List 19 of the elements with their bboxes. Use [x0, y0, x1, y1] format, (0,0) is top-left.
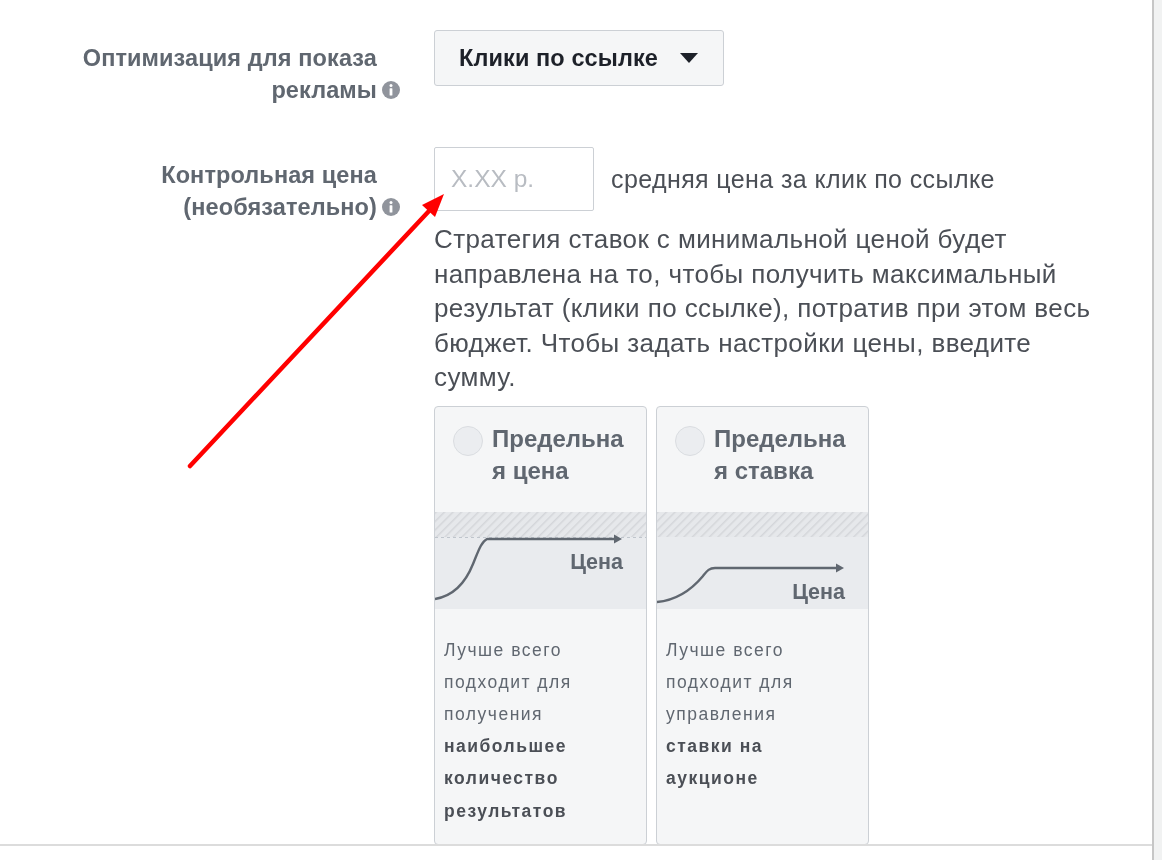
axis-label: Цена [792, 579, 845, 604]
card-title: Предельная цена [492, 423, 625, 486]
strategy-card[interactable]: Предельная ставка Цена Лучше всего подходит для управления ставки на аукционе [656, 405, 869, 844]
strategy-card[interactable]: Предельная цена Цена Лучше всего подходит для получения наибольшее количество результатов [434, 405, 647, 844]
input-suffix: средняя цена за клик по ссылке [611, 164, 995, 194]
card-description: Лучше всего подходит для получения наибольшее количество результатов [444, 638, 573, 823]
card-title: Предельная ставка [714, 423, 847, 486]
radio-button[interactable] [453, 425, 483, 456]
field-label: Контрольная цена (необязательно) [160, 161, 377, 222]
radio-button[interactable] [675, 425, 705, 456]
card-description: Лучше всего подходит для управления ставки на аукционе [666, 638, 795, 791]
optimization-dropdown[interactable]: Клики по ссылке [434, 30, 724, 86]
info-icon[interactable] [382, 81, 400, 99]
price-input[interactable]: X.XX р. [434, 147, 594, 211]
field-label: Оптимизация для показа рекламы [81, 44, 377, 105]
caret-icon [680, 53, 698, 63]
axis-label: Цена [570, 549, 623, 574]
help-text: Стратегия ставок с минимальной ценой будет направлена на то, чтобы получить максимальный результат (клики по ссылке), потратив при этом весь бюджет. Чтобы задать настройки цены, введите сумму. [434, 223, 1092, 394]
info-icon[interactable] [382, 198, 400, 216]
